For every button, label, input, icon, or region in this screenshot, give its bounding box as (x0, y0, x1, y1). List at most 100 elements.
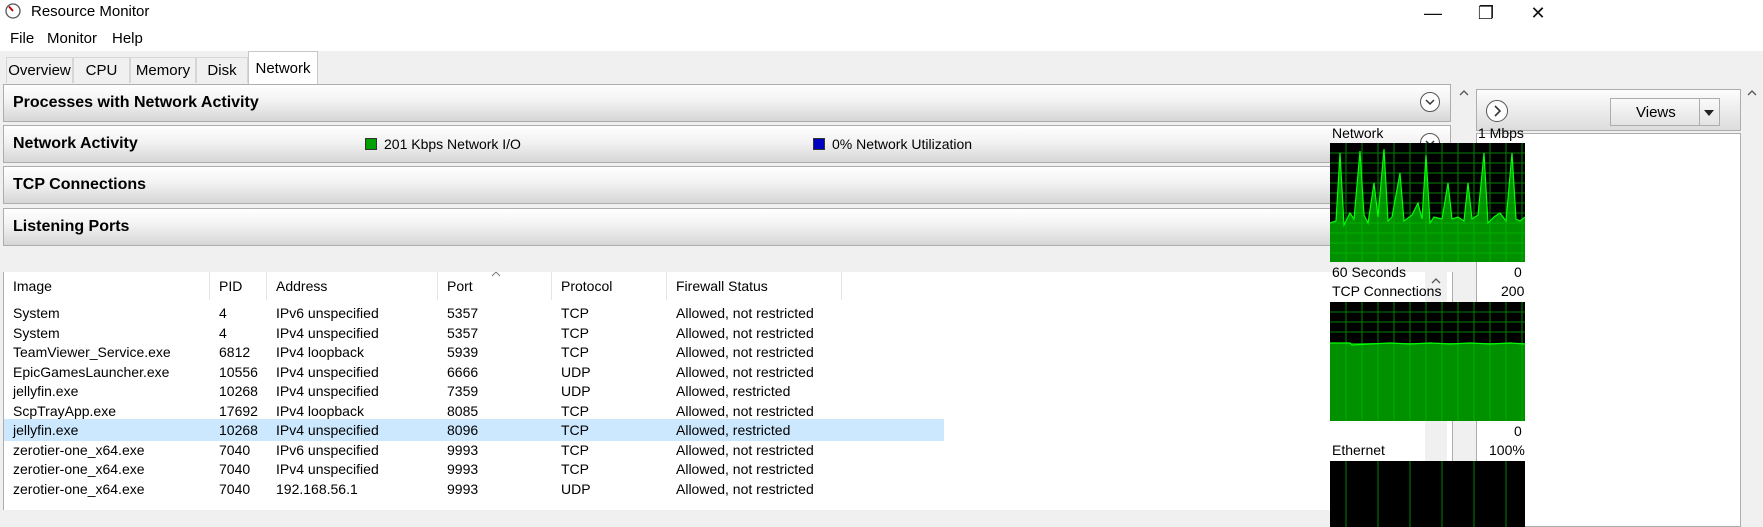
cell-address: IPv4 unspecified (276, 383, 379, 399)
tab-memory[interactable]: Memory (130, 57, 196, 83)
cell-pid: 4 (219, 324, 227, 341)
section-processes-network-activity[interactable]: Processes with Network Activity (3, 84, 1451, 122)
cell-pid: 10268 (219, 383, 258, 399)
section-listening-ports[interactable]: Listening Ports (3, 208, 1451, 246)
tab-cpu[interactable]: CPU (73, 57, 130, 83)
menu-file[interactable]: File (10, 30, 34, 47)
cell-image: System (13, 324, 60, 341)
cell-pid: 6812 (219, 344, 251, 360)
section-network-activity[interactable]: Network Activity 201 Kbps Network I/O 0%… (3, 125, 1451, 163)
cell-firewall-status: Allowed, not restricted (676, 441, 814, 458)
cell-protocol: TCP (561, 344, 589, 360)
column-header-protocol[interactable]: Protocol (552, 272, 667, 300)
cell-port: 5357 (447, 324, 479, 341)
column-header-address[interactable]: Address (267, 272, 438, 300)
ethernet-graph-title: Ethernet (1332, 442, 1385, 458)
menu-help[interactable]: Help (112, 30, 143, 47)
network-graph-max: 1 Mbps (1478, 125, 1524, 141)
scroll-up-icon[interactable] (1458, 88, 1470, 98)
cell-firewall-status: Allowed, not restricted (676, 344, 814, 360)
cell-pid: 10268 (219, 422, 258, 438)
window-title: Resource Monitor (31, 3, 150, 20)
tcp-graph-max: 200 (1501, 283, 1525, 299)
cell-address: 192.168.56.1 (276, 480, 358, 497)
cell-port: 6666 (447, 363, 479, 380)
listening-ports-table: Image PID Address Port Protocol Firewall… (3, 272, 1453, 510)
section-title: Processes with Network Activity (13, 94, 259, 111)
cell-protocol: TCP (561, 441, 589, 458)
column-header-pid[interactable]: PID (210, 272, 267, 300)
tcp-graph-title: TCP Connections (1332, 283, 1442, 299)
network-utilization-legend-icon (813, 138, 825, 150)
divider (1699, 99, 1700, 125)
dropdown-arrow-icon (1704, 110, 1714, 116)
cell-firewall-status: Allowed, restricted (676, 422, 791, 438)
table-row[interactable]: zerotier-one_x64.exe 7040 192.168.56.1 9993… (4, 478, 944, 500)
cell-image: jellyfin.exe (13, 383, 79, 399)
cell-address: IPv6 unspecified (276, 305, 379, 321)
tab-disk[interactable]: Disk (196, 57, 248, 83)
cell-port: 9993 (447, 480, 479, 497)
cell-protocol: TCP (561, 324, 589, 341)
cell-image: zerotier-one_x64.exe (13, 461, 145, 477)
cell-address: IPv6 unspecified (276, 441, 379, 458)
column-header-firewall-status[interactable]: Firewall Status (667, 272, 842, 300)
menu-monitor[interactable]: Monitor (47, 30, 97, 47)
network-graph-timespan: 60 Seconds (1332, 264, 1406, 280)
cell-address: IPv4 loopback (276, 402, 364, 419)
views-dropdown[interactable]: Views (1610, 98, 1720, 126)
tab-network[interactable]: Network (248, 51, 318, 84)
cell-port: 8096 (447, 422, 479, 438)
tcp-connections-graph (1330, 302, 1525, 421)
chevron-right-icon (1494, 105, 1502, 117)
cell-port: 5939 (447, 344, 479, 360)
column-header-image[interactable]: Image (4, 272, 210, 300)
cell-protocol: UDP (561, 383, 591, 399)
cell-port: 8085 (447, 402, 479, 419)
cell-firewall-status: Allowed, restricted (676, 383, 791, 399)
network-utilization-value: 0% Network Utilization (832, 136, 973, 152)
section-tcp-connections[interactable]: TCP Connections (3, 166, 1451, 204)
cell-port: 9993 (447, 461, 479, 477)
cell-address: IPv4 loopback (276, 344, 364, 360)
collapse-panel-button[interactable] (1486, 100, 1508, 122)
cell-protocol: TCP (561, 461, 589, 477)
cell-firewall-status: Allowed, not restricted (676, 305, 814, 321)
views-label: Views (1636, 104, 1676, 121)
cell-protocol: TCP (561, 402, 589, 419)
network-io-value: 201 Kbps Network I/O (384, 136, 521, 152)
cell-address: IPv4 unspecified (276, 363, 379, 380)
cell-image: System (13, 305, 60, 321)
cell-pid: 4 (219, 305, 227, 321)
section-title: Network Activity (13, 135, 138, 152)
chevron-down-icon[interactable] (1420, 92, 1440, 112)
cell-protocol: UDP (561, 363, 591, 380)
cell-protocol: UDP (561, 480, 591, 497)
cell-pid: 10556 (219, 363, 258, 380)
cell-pid: 17692 (219, 402, 258, 419)
tcp-graph-min: 0 (1514, 423, 1522, 439)
cell-firewall-status: Allowed, not restricted (676, 324, 814, 341)
cell-port: 9993 (447, 441, 479, 458)
cell-port: 7359 (447, 383, 479, 399)
restore-button[interactable]: ❐ (1463, 0, 1509, 26)
cell-pid: 7040 (219, 461, 251, 477)
right-panel-scrollbar[interactable] (1741, 84, 1763, 527)
network-graph-title: Network (1332, 125, 1384, 141)
scroll-up-icon[interactable] (1746, 88, 1758, 98)
sort-ascending-icon (491, 272, 501, 277)
cell-firewall-status: Allowed, not restricted (676, 402, 814, 419)
cell-protocol: TCP (561, 422, 589, 438)
minimize-button[interactable]: — (1410, 0, 1456, 26)
tab-overview[interactable]: Overview (6, 57, 73, 83)
network-graph (1330, 143, 1525, 262)
cell-pid: 7040 (219, 480, 251, 497)
cell-address: IPv4 unspecified (276, 461, 379, 477)
cell-image: zerotier-one_x64.exe (13, 441, 145, 458)
cell-image: ScpTrayApp.exe (13, 402, 116, 419)
close-button[interactable]: ✕ (1515, 0, 1561, 26)
network-graph-min: 0 (1514, 264, 1522, 280)
ethernet-graph-max: 100% (1489, 442, 1525, 458)
cell-port: 5357 (447, 305, 479, 321)
cell-image: jellyfin.exe (13, 422, 79, 438)
